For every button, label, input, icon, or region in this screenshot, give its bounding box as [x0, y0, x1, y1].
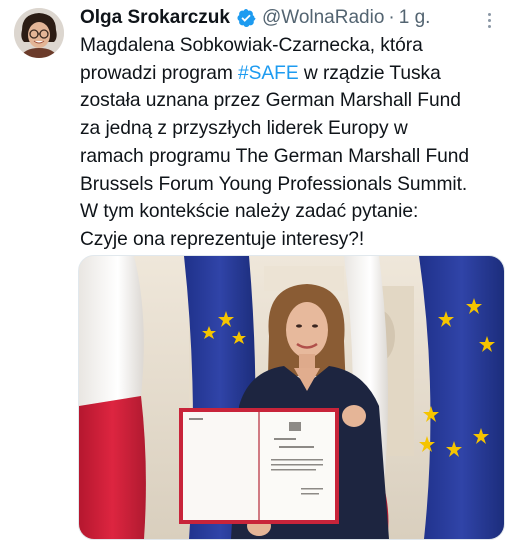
tweet-text-line: Brussels Forum Young Professionals Summi… [80, 173, 468, 195]
tweet-text-line: Czyje ona reprezentuje interesy?! [80, 228, 365, 250]
author-handle[interactable]: @WolnaRadio [262, 7, 384, 29]
tweet-timestamp[interactable]: 1 g. [399, 7, 431, 29]
tweet-text-line: Magdalena Sobkowiak-Czarnecka, która [80, 35, 423, 56]
verified-badge-icon [236, 8, 256, 28]
tweet-text-line: W tym kontekście należy zadać pytanie: [80, 201, 419, 223]
tweet-photo[interactable] [78, 255, 505, 540]
tweet-text-line: prowadzi program #SAFE w rządzie Tuska [80, 62, 441, 84]
tweet-text-line: została uznana przez German Marshall Fun… [80, 90, 461, 112]
avatar-image [14, 8, 64, 58]
photo-image [79, 256, 504, 539]
hashtag-link[interactable]: #SAFE [238, 63, 299, 84]
tweet-text: Magdalena Sobkowiak-Czarnecka, która pro… [80, 32, 505, 254]
tweet-header: Olga Srokarczuk @WolnaRadio · 1 g. [80, 6, 505, 30]
author-avatar[interactable] [14, 8, 64, 58]
more-options-icon[interactable] [477, 10, 501, 30]
tweet-text-line: za jedną z przyszłych liderek Europy w [80, 118, 408, 140]
tweet-text-line: ramach programu The German Marshall Fund [80, 145, 470, 167]
author-name[interactable]: Olga Srokarczuk [80, 7, 230, 29]
header-separator: · [388, 7, 395, 28]
